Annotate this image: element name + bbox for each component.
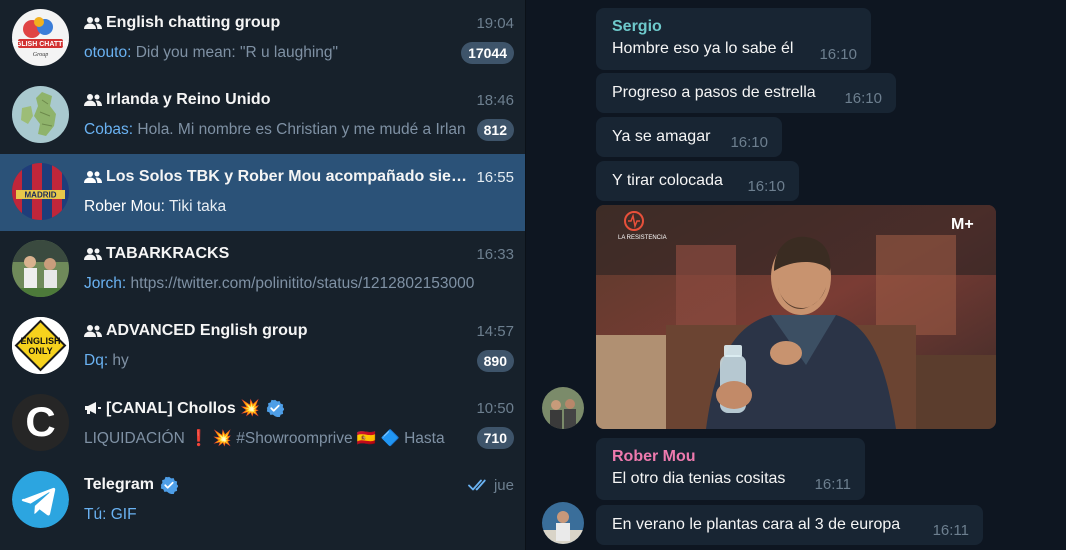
chat-time: 16:33: [476, 245, 514, 263]
chat-time: 19:04: [476, 14, 514, 32]
unread-badge: 17044: [461, 42, 514, 64]
message-text: Y tirar colocada: [612, 172, 723, 189]
avatar: [12, 240, 69, 297]
chat-preview: Jorch: https://twitter.com/polinitito/st…: [84, 275, 514, 293]
chat-time: 16:55: [476, 168, 514, 186]
message-time: 16:10: [819, 46, 857, 63]
svg-text:Group: Group: [33, 52, 48, 58]
gif-message[interactable]: LA RESISTENCIA M+: [596, 205, 996, 429]
chat-time: 14:57: [476, 322, 514, 340]
group-icon: [84, 14, 106, 32]
message-time: 16:10: [747, 178, 785, 195]
chat-preview: Dq: hy: [84, 352, 469, 370]
avatar: ENGLISH ONLY: [12, 317, 69, 374]
chat-title: Telegram: [84, 476, 154, 493]
preview-sender: Jorch:: [84, 275, 127, 292]
telegram-logo-icon: [12, 471, 69, 528]
chat-time: jue: [493, 476, 514, 494]
message-author: Rober Mou: [612, 448, 696, 465]
message-time: 16:10: [730, 134, 768, 151]
avatar: MADRID: [12, 163, 69, 220]
message-author: Sergio: [612, 18, 662, 35]
preview-sender: Cobas:: [84, 121, 134, 138]
preview-link: https://twitter.com/polinitito/status/12…: [126, 275, 475, 292]
verified-icon: [266, 399, 285, 417]
message-time: 16:11: [932, 522, 969, 539]
avatar: [12, 86, 69, 143]
message-bubble[interactable]: Rober Mou El otro dia tenias cositas 16:…: [596, 438, 865, 500]
chat-title: [CANAL] Chollos 💥: [106, 400, 261, 417]
svg-text:MADRID: MADRID: [25, 191, 57, 200]
double-check-icon: [468, 479, 486, 491]
chat-title: Los Solos TBK y Rober Mou acompañado sie…: [106, 168, 469, 185]
chat-item-english-chatting-group[interactable]: ENGLISH CHATTING Group English chatting …: [0, 0, 525, 77]
group-icon: [84, 245, 106, 263]
chat-item-tabarkracks[interactable]: TABARKRACKS 16:33 Jorch: https://twitter…: [0, 231, 525, 308]
message-text: Ya se amagar: [612, 128, 711, 145]
chat-title: English chatting group: [106, 14, 281, 31]
chat-item-canal-chollos[interactable]: C [CANAL] Chollos 💥 10:50 LIQUIDACIÓN ❗ …: [0, 385, 525, 462]
chat-list: ENGLISH CHATTING Group English chatting …: [0, 0, 526, 550]
preview-text: GIF: [106, 506, 137, 523]
chat-preview: otouto: Did you mean: "R u laughing": [84, 44, 453, 62]
preview-sender: Rober Mou:: [84, 198, 165, 215]
message-bubble[interactable]: Ya se amagar 16:10: [596, 117, 782, 157]
preview-text: Did you mean: "R u laughing": [131, 44, 338, 61]
chat-time: 10:50: [476, 399, 514, 417]
chat-item-irlanda-y-reino-unido[interactable]: Irlanda y Reino Unido 18:46 Cobas: Hola.…: [0, 77, 525, 154]
preview-text: Tiki taka: [164, 198, 227, 215]
message-bubble[interactable]: Progreso a pasos de estrella 16:10: [596, 73, 896, 113]
chat-preview: LIQUIDACIÓN ❗ 💥 #Showroomprive 🇪🇸 🔷 Hast…: [84, 429, 445, 447]
unread-badge: 710: [476, 427, 514, 449]
avatar-letter: C: [25, 398, 56, 445]
megaphone-icon: [84, 399, 106, 417]
message-bubble[interactable]: Y tirar colocada 16:10: [596, 161, 799, 201]
unread-badge: 812: [476, 119, 514, 141]
message-bubble[interactable]: Sergio Hombre eso ya lo sabe él 16:10: [596, 8, 871, 70]
message-time: 16:10: [844, 90, 882, 107]
chat-item-telegram[interactable]: Telegram jue Tú: GIF: [0, 462, 525, 539]
message-text: Hombre eso ya lo sabe él: [612, 40, 794, 57]
message-bubble[interactable]: En verano le plantas cara al 3 de europa…: [596, 505, 983, 545]
preview-sender: otouto:: [84, 44, 132, 61]
chat-title: Irlanda y Reino Unido: [106, 91, 271, 108]
avatar: C: [12, 394, 69, 451]
network-logo: M+: [951, 216, 974, 233]
chat-preview: Cobas: Hola. Mi nombre es Christian y me…: [84, 121, 469, 139]
chat-preview: Rober Mou: Tiki taka: [84, 198, 514, 216]
group-icon: [84, 168, 106, 186]
chat-item-los-solos-tbk[interactable]: MADRID Los Solos TBK y Rober Mou acompañ…: [0, 154, 525, 231]
verified-icon: [160, 476, 178, 494]
chat-item-advanced-english-group[interactable]: ENGLISH ONLY ADVANCED English group 14:57…: [0, 308, 525, 385]
chat-title: TABARKRACKS: [106, 245, 230, 262]
svg-text:ENGLISH CHATTING: ENGLISH CHATTING: [12, 41, 69, 48]
group-icon: [84, 91, 106, 109]
preview-sender: Tú:: [84, 506, 107, 523]
chat-title: ADVANCED English group: [106, 322, 308, 339]
preview-text: Hola. Mi nombre es Christian y me mudé a…: [133, 121, 466, 138]
channel-logo: LA RESISTENCIA: [618, 235, 667, 241]
message-time: 16:11: [814, 476, 851, 493]
avatar[interactable]: [542, 387, 584, 429]
chat-preview: Tú: GIF: [84, 506, 514, 524]
message-text: El otro dia tenias cositas: [612, 470, 786, 487]
avatar: ENGLISH CHATTING Group: [12, 9, 69, 66]
preview-text: hy: [108, 352, 129, 369]
message-text: Progreso a pasos de estrella: [612, 84, 816, 101]
avatar-label: ENGLISH ONLY: [20, 336, 61, 356]
preview-sender: Dq:: [84, 352, 109, 369]
unread-badge: 890: [476, 350, 514, 372]
group-icon: [84, 322, 106, 340]
message-text: En verano le plantas cara al 3 de europa: [612, 516, 901, 533]
avatar[interactable]: [542, 502, 584, 544]
chat-time: 18:46: [476, 91, 514, 109]
message-history: Sergio Hombre eso ya lo sabe él 16:10 Pr…: [526, 0, 1066, 550]
